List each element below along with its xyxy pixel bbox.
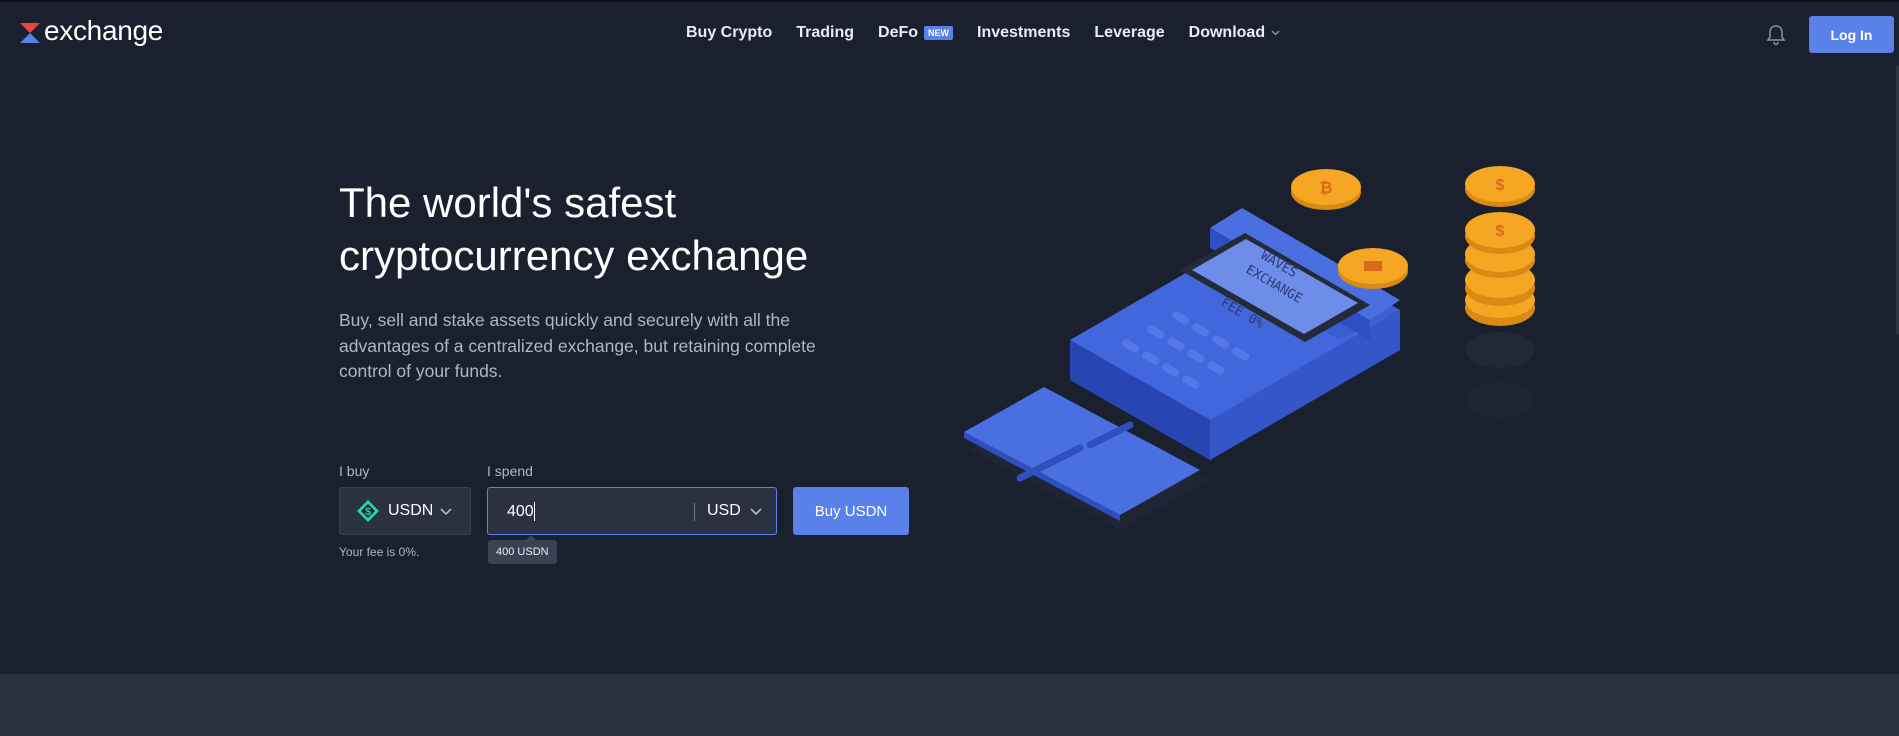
- svg-text:$: $: [1496, 177, 1505, 194]
- chevron-down-icon: [440, 508, 452, 516]
- chevron-down-icon: [1271, 30, 1280, 36]
- logo[interactable]: exchange: [18, 15, 164, 46]
- new-badge: NEW: [924, 26, 954, 40]
- nav-label: Buy Crypto: [686, 24, 773, 41]
- nav-leverage[interactable]: Leverage: [1094, 24, 1164, 42]
- payment-terminal-illustration: WAVES EXCHANGE FEE 0% ₿ $ $: [964, 166, 1535, 530]
- svg-text:₿: ₿: [1319, 179, 1332, 197]
- text-caret: [534, 502, 535, 521]
- nav-trading[interactable]: Trading: [796, 24, 854, 42]
- waves-logo-icon: [20, 22, 40, 43]
- usdn-token-icon: $: [357, 500, 379, 522]
- nav-buy-crypto[interactable]: Buy Crypto: [686, 24, 772, 42]
- fee-note: Your fee is 0%.: [339, 545, 420, 559]
- hero-title-line2: cryptocurrency exchange: [339, 232, 809, 279]
- site-header: exchange Buy Crypto Trading DeFo NEW Inv…: [0, 2, 1899, 66]
- svg-text:$: $: [1496, 223, 1505, 240]
- amount-input[interactable]: [507, 500, 667, 524]
- nav-label: Trading: [796, 24, 855, 41]
- main-nav: Buy Crypto Trading DeFo NEW Investments …: [686, 24, 1280, 42]
- svg-text:$: $: [365, 506, 371, 518]
- nav-defo[interactable]: DeFo NEW: [878, 24, 954, 42]
- nav-label: Leverage: [1094, 24, 1165, 41]
- nav-label: DeFo: [878, 24, 919, 41]
- hero-subtitle: Buy, sell and stake assets quickly and s…: [339, 310, 816, 381]
- logo-text: exchange: [44, 15, 164, 46]
- amount-tooltip: 400 USDN: [488, 535, 557, 564]
- buy-usdn-button[interactable]: Buy USDN: [793, 487, 909, 535]
- field-divider: [694, 503, 695, 521]
- buy-label: I buy: [339, 463, 370, 479]
- hero-title-line1: The world's safest: [339, 179, 677, 226]
- spend-label: I spend: [487, 463, 533, 479]
- bell-icon[interactable]: [1766, 24, 1786, 46]
- currency-select[interactable]: USD: [707, 502, 741, 520]
- nav-download[interactable]: Download: [1189, 24, 1280, 42]
- nav-investments[interactable]: Investments: [977, 24, 1070, 42]
- nav-label: Investments: [977, 24, 1071, 41]
- next-section-band: [0, 674, 1899, 736]
- hero-title: The world's safest cryptocurrency exchan…: [339, 176, 899, 282]
- login-button[interactable]: Log In: [1809, 16, 1894, 53]
- asset-label: USDN: [388, 502, 434, 519]
- nav-label: Download: [1188, 24, 1266, 41]
- asset-select[interactable]: $ USDN: [339, 487, 471, 535]
- spend-amount-field[interactable]: USD: [487, 487, 777, 535]
- chevron-down-icon[interactable]: [750, 508, 762, 516]
